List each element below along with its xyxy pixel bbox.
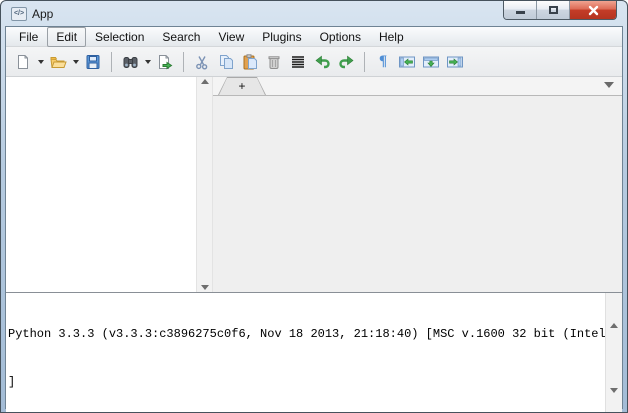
- menu-help[interactable]: Help: [370, 27, 413, 47]
- console-scroll-up-button[interactable]: [606, 293, 622, 358]
- dropdown-arrow-icon: [37, 59, 44, 64]
- indent-block-button[interactable]: [444, 51, 466, 73]
- app-window: </> App File Edit Selection Search View …: [0, 0, 628, 413]
- console-text[interactable]: Python 3.3.3 (v3.3.3:c3896275c0f6, Nov 1…: [6, 293, 605, 412]
- undo-button[interactable]: [311, 51, 333, 73]
- menu-bar: File Edit Selection Search View Plugins …: [6, 26, 622, 47]
- window-title: App: [32, 6, 54, 21]
- find-button[interactable]: [119, 51, 141, 73]
- redo-button[interactable]: [335, 51, 357, 73]
- toolbar-separator: [111, 51, 112, 72]
- maximize-icon: [548, 6, 558, 14]
- document-content-area[interactable]: [213, 96, 622, 292]
- trash-delete-icon: [268, 55, 280, 69]
- minimize-button[interactable]: [504, 1, 537, 19]
- run-export-button[interactable]: [154, 51, 176, 73]
- delete-button[interactable]: [263, 51, 285, 73]
- title-bar[interactable]: </> App: [5, 1, 623, 26]
- tab-list-dropdown[interactable]: [604, 82, 614, 88]
- main-split-area: +: [6, 77, 622, 292]
- dedent-block-button[interactable]: [396, 51, 418, 73]
- menu-options[interactable]: Options: [311, 27, 370, 47]
- editor-scrollbar[interactable]: [196, 77, 213, 292]
- open-file-button[interactable]: [47, 51, 69, 73]
- paste-button[interactable]: [239, 51, 261, 73]
- cut-button[interactable]: [191, 51, 213, 73]
- undo-icon: [315, 55, 330, 68]
- save-button[interactable]: [82, 51, 104, 73]
- toolbar-separator: [183, 51, 184, 72]
- toolbar-separator: [364, 51, 365, 72]
- close-icon: [588, 5, 598, 15]
- console-scrollbar[interactable]: [605, 293, 622, 412]
- console-line: Python 3.3.3 (v3.3.3:c3896275c0f6, Nov 1…: [8, 327, 605, 341]
- editor-pane[interactable]: [6, 77, 196, 292]
- new-file-button[interactable]: [12, 51, 34, 73]
- document-tab-bar: +: [213, 77, 622, 96]
- console-scroll-down-button[interactable]: [606, 358, 622, 412]
- find-dropdown[interactable]: [143, 51, 152, 73]
- menu-selection[interactable]: Selection: [86, 27, 153, 47]
- scroll-down-icon[interactable]: [200, 285, 209, 290]
- dedent-block-icon: [399, 56, 415, 67]
- menu-plugins[interactable]: Plugins: [253, 27, 310, 47]
- cut-scissors-icon: [196, 55, 208, 70]
- chevron-down-icon: [604, 82, 614, 88]
- indent-block-icon: [447, 56, 463, 67]
- app-icon: </>: [11, 6, 27, 21]
- new-document-tab[interactable]: +: [218, 77, 266, 95]
- document-pane: +: [213, 77, 622, 292]
- menu-file[interactable]: File: [10, 27, 47, 47]
- dropdown-arrow-icon: [144, 59, 151, 64]
- window-body: File Edit Selection Search View Plugins …: [5, 26, 623, 412]
- move-block-down-icon: [423, 56, 439, 67]
- new-file-icon: [18, 54, 28, 69]
- minimize-icon: [515, 10, 525, 14]
- open-folder-icon: [49, 56, 67, 68]
- window-controls: [503, 1, 617, 20]
- copy-button[interactable]: [215, 51, 237, 73]
- dropdown-arrow-icon: [72, 59, 79, 64]
- move-block-down-button[interactable]: [420, 51, 442, 73]
- menu-edit[interactable]: Edit: [47, 26, 87, 47]
- open-file-dropdown[interactable]: [71, 51, 80, 73]
- run-export-icon: [159, 54, 173, 69]
- console-line: ]: [8, 375, 16, 389]
- justify-button[interactable]: [287, 51, 309, 73]
- toolbar: ¶: [6, 47, 622, 77]
- menu-search[interactable]: Search: [153, 27, 209, 47]
- copy-icon: [219, 54, 233, 69]
- justify-lines-icon: [292, 55, 304, 68]
- redo-icon: [338, 55, 353, 68]
- new-file-dropdown[interactable]: [36, 51, 45, 73]
- pilcrow-icon: ¶: [378, 53, 388, 69]
- paste-clipboard-icon: [243, 53, 257, 69]
- close-button[interactable]: [570, 1, 616, 19]
- scroll-up-icon[interactable]: [200, 79, 209, 84]
- save-icon: [86, 54, 100, 69]
- binoculars-find-icon: [123, 56, 137, 68]
- new-tab-label: +: [219, 78, 265, 95]
- console-output-area: Python 3.3.3 (v3.3.3:c3896275c0f6, Nov 1…: [6, 292, 622, 412]
- show-whitespace-button[interactable]: ¶: [372, 51, 394, 73]
- scroll-down-icon: [610, 388, 618, 393]
- menu-view[interactable]: View: [209, 27, 253, 47]
- maximize-button[interactable]: [537, 1, 570, 19]
- scroll-up-icon: [610, 323, 618, 328]
